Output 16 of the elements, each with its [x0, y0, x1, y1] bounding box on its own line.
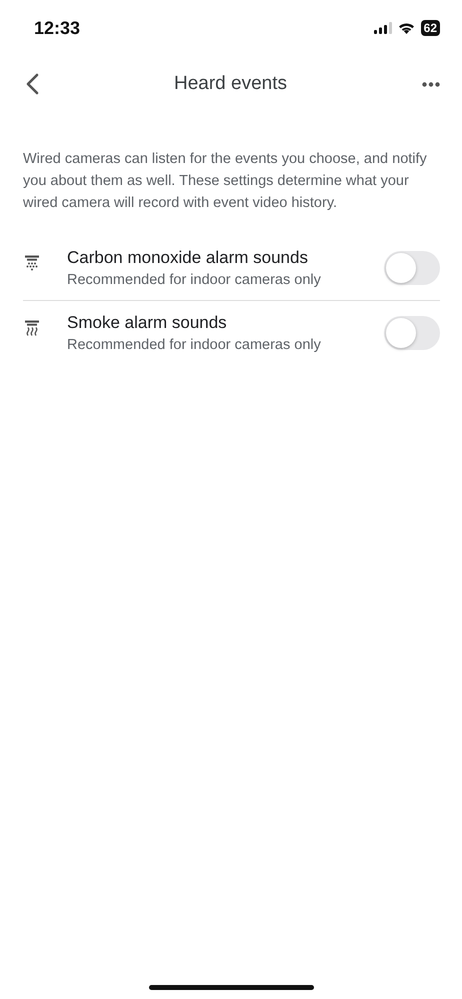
toggle-switch[interactable] — [384, 316, 440, 350]
setting-title: Smoke alarm sounds — [67, 313, 228, 333]
description-text: Wired cameras can listen for the events you choose, and notify you about them as well. These settings determine what your wired camera will record with event video history. — [23, 150, 428, 213]
page-title: Heard events — [174, 73, 287, 95]
toggle-switch[interactable] — [384, 251, 440, 285]
setting-subtitle: Recommended for indoor cameras only — [67, 272, 322, 288]
wifi-icon — [398, 22, 415, 34]
battery-indicator: 62 — [420, 20, 440, 36]
status-time: 12:33 — [34, 18, 80, 38]
setting-title: Carbon monoxide alarm sounds — [67, 248, 309, 268]
signal-icon — [374, 22, 392, 34]
back-icon[interactable] — [25, 73, 39, 95]
smoke-detector-icon — [23, 254, 41, 272]
smoke-alarm-icon — [23, 319, 41, 337]
more-icon[interactable] — [422, 82, 440, 86]
setting-subtitle: Recommended for indoor cameras only — [67, 337, 322, 353]
